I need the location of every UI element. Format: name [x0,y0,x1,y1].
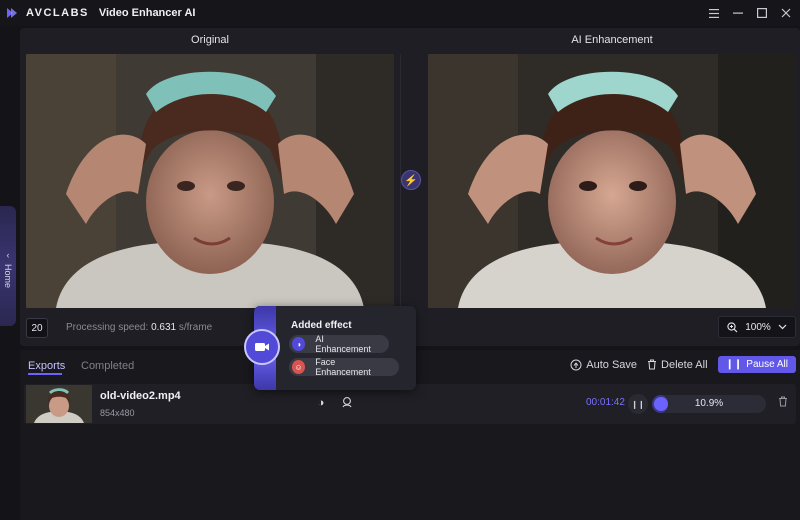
brand-name: AVCLABS [26,7,89,19]
pause-icon: ❙❙ [725,359,743,370]
speed-value: 0.631 [151,322,177,333]
effect-label: Face Enhancement [315,357,371,377]
tab-exports-indicator [28,373,62,375]
popup-title: Added effect [291,320,352,331]
face-icon: ☺ [292,360,306,374]
home-side-tab[interactable]: ‹ Home [0,206,16,326]
delete-all-button[interactable]: Delete All [647,358,708,371]
effect-label: AI Enhancement [315,334,371,354]
frame-number-field[interactable]: 20 [26,318,48,338]
menu-icon[interactable] [708,7,720,19]
row-pause-button[interactable]: ❙❙ [628,394,648,414]
ai-enhancement-effect-icon: ◑ [317,397,325,409]
processing-speed: Processing speed: 0.631 s/frame [66,322,212,333]
auto-save-label: Auto Save [586,358,638,371]
logo-icon [7,8,17,18]
chevron-down-icon [778,324,787,330]
maximize-icon[interactable] [756,7,768,19]
title-bar: AVCLABS Video Enhancer AI [0,0,800,26]
original-title: Original [191,34,229,46]
compare-swap-icon[interactable]: ⚡ [401,170,421,190]
effect-chip-ai-enhancement: ◑ AI Enhancement [289,334,389,354]
face-enhancement-effect-icon [340,396,354,410]
progress-bar: 10.9% [652,395,766,413]
home-label: Home [3,264,13,289]
enhanced-preview-image [428,54,796,308]
zoom-value: 100% [745,321,771,333]
export-job-row: old-video2.mp4 854x480 ◑ 00:01:42 ❙❙ 10.… [24,384,796,424]
original-preview-image [26,54,394,308]
effect-chip-face-enhancement: ☺ Face Enhancement [289,357,399,377]
delete-all-label: Delete All [661,358,708,371]
elapsed-time: 00:01:42 [586,397,625,408]
delete-job-icon[interactable] [778,396,788,410]
pause-all-label: Pause All [746,359,788,370]
pause-all-button[interactable]: ❙❙ Pause All [717,356,796,373]
tab-completed[interactable]: Completed [81,360,134,372]
speed-unit: s/frame [178,322,213,333]
auto-save-button[interactable]: Auto Save [570,359,637,371]
zoom-control[interactable]: 100% [718,316,796,338]
file-resolution: 854x480 [100,408,135,418]
close-icon[interactable] [780,7,792,19]
progress-text: 10.9% [694,398,724,409]
app-logo: AVCLABS Video Enhancer AI [6,6,195,20]
file-name: old-video2.mp4 [100,390,181,402]
preview-panel: Original AI Enhancement ⚡ 20 Processing … [20,28,800,346]
video-camera-icon [244,329,280,365]
auto-save-icon [570,359,582,370]
speed-label: Processing speed: [66,322,149,333]
enhanced-title: AI Enhancement [571,34,653,46]
app-title: Video Enhancer AI [98,7,196,19]
chevron-left-icon: ‹ [6,250,10,260]
trash-icon [648,359,657,370]
tab-exports[interactable]: Exports [28,360,65,372]
zoom-in-icon [727,321,738,332]
contrast-icon: ◑ [292,337,306,351]
video-thumbnail [26,385,92,423]
minimize-icon[interactable] [732,7,744,19]
